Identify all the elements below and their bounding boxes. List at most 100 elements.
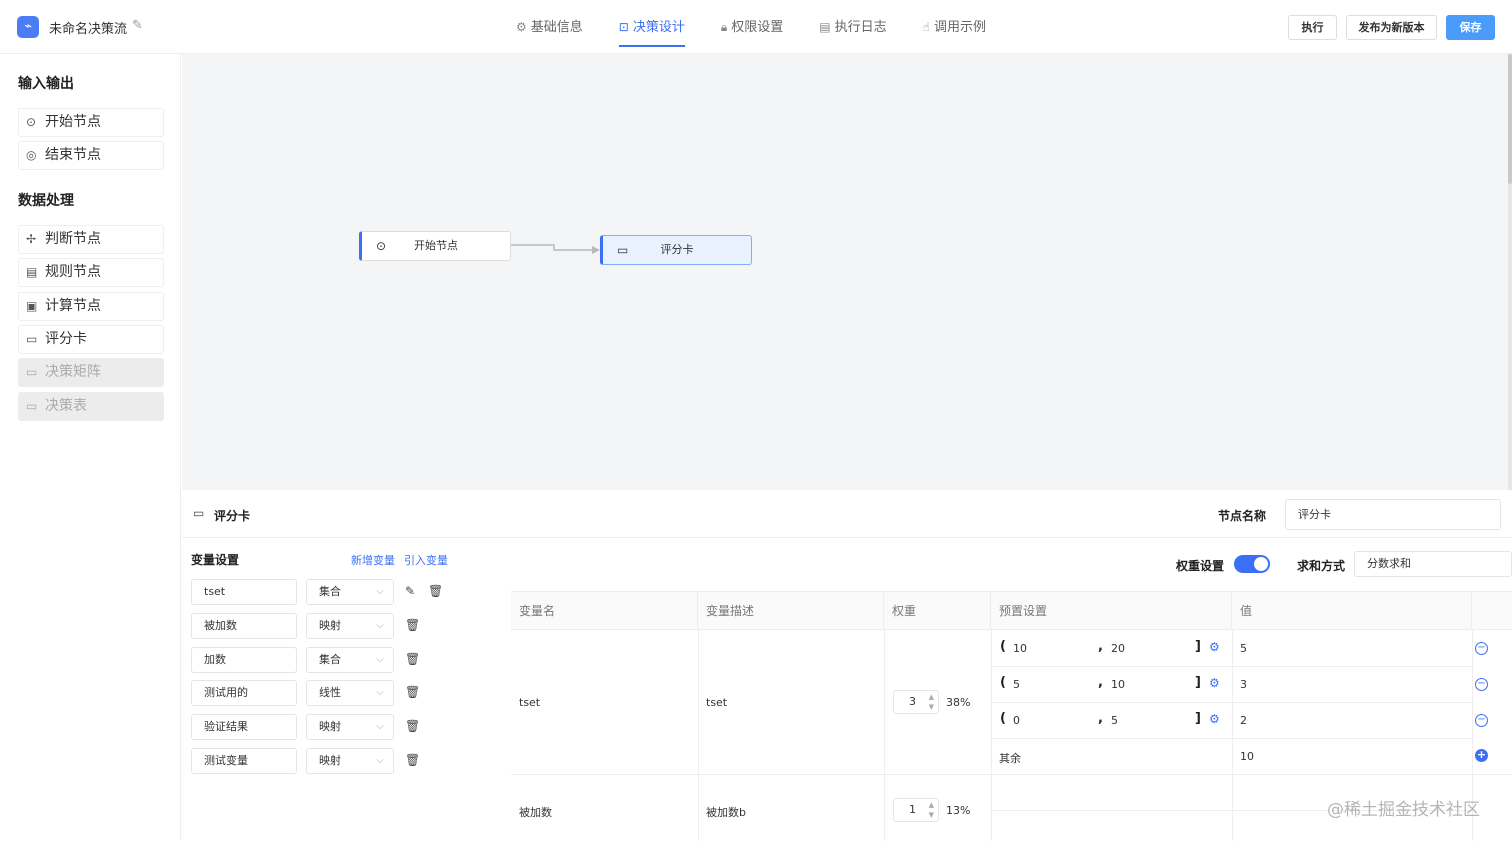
variable-type-select[interactable]: 线性 ⌵ xyxy=(306,680,394,706)
chevron-down-icon: ⌵ xyxy=(376,620,384,631)
variable-name-input[interactable]: 被加数 xyxy=(191,613,297,639)
else-value[interactable]: 10 xyxy=(1232,750,1254,763)
range-settings-icon[interactable]: ⚙ xyxy=(1209,640,1220,654)
chevron-down-icon: ⌵ xyxy=(376,755,384,766)
weight-percent: 38% xyxy=(946,696,971,709)
weight-number-input[interactable]: 1 ▲ ▼ xyxy=(893,798,939,822)
cell-value[interactable]: 2 xyxy=(1232,714,1247,727)
cell-value[interactable]: 5 xyxy=(1232,642,1247,655)
range-settings-icon[interactable]: ⚙ xyxy=(1209,676,1220,690)
variable-name-input[interactable]: 验证结果 xyxy=(191,714,297,740)
select-value: 线性 xyxy=(319,686,341,699)
stop-circle-icon: ◎ xyxy=(26,148,37,162)
else-label: 其余 xyxy=(999,752,1021,765)
tab-permissions[interactable]: 🔒︎ 权限设置 xyxy=(721,0,783,54)
edit-icon[interactable]: ✎ xyxy=(405,584,415,598)
table-icon: ▭ xyxy=(26,399,38,413)
tab-label: 权限设置 xyxy=(731,20,784,35)
variable-type-select[interactable]: 映射 ⌵ xyxy=(306,748,394,774)
gear-icon: ⚙ xyxy=(516,20,527,34)
palette-label: 决策表 xyxy=(45,398,87,414)
spinner-icon[interactable]: ▲ ▼ xyxy=(929,692,934,712)
run-button[interactable]: 执行 xyxy=(1288,15,1337,40)
delete-icon[interactable]: 🗑︎ xyxy=(405,719,420,733)
grid-line xyxy=(511,774,1512,775)
weight-number-input[interactable]: 3 ▲ ▼ xyxy=(893,690,939,714)
palette-label: 开始节点 xyxy=(45,114,101,130)
delete-icon[interactable]: 🗑︎ xyxy=(405,685,420,699)
range-to-input[interactable]: 10 xyxy=(1111,678,1125,691)
publish-button[interactable]: 发布为新版本 xyxy=(1346,15,1437,40)
col-header-preset: 预置设置 xyxy=(991,592,1232,630)
palette-rule-node[interactable]: ▤ 规则节点 xyxy=(18,258,164,287)
tab-basic-info[interactable]: ⚙ 基础信息 xyxy=(516,0,583,54)
tab-label: 调用示例 xyxy=(933,20,986,35)
palette-calc-node[interactable]: ▣ 计算节点 xyxy=(18,292,164,321)
weight-setting-label: 权重设置 xyxy=(1176,559,1225,573)
save-button[interactable]: 保存 xyxy=(1446,15,1495,40)
matrix-icon: ▭ xyxy=(26,365,38,379)
sum-method-select[interactable]: 分数求和 xyxy=(1354,551,1512,577)
scrollbar-thumb[interactable] xyxy=(1508,54,1512,184)
canvas-scrollbar[interactable] xyxy=(1508,54,1512,490)
spinner-icon[interactable]: ▲ ▼ xyxy=(929,800,934,820)
weight-toggle[interactable] xyxy=(1234,555,1270,573)
card-icon: ▭ xyxy=(193,506,205,520)
import-variable-link[interactable]: 引入变量 xyxy=(404,552,448,568)
panel-title: 评分卡 xyxy=(214,509,251,523)
palette-start-node[interactable]: ⊙ 开始节点 xyxy=(18,108,164,137)
palette-end-node[interactable]: ◎ 结束节点 xyxy=(18,141,164,170)
add-variable-link[interactable]: 新增变量 xyxy=(351,552,395,568)
tab-call-example[interactable]: ☝ 调用示例 xyxy=(923,0,986,54)
palette-label: 决策矩阵 xyxy=(45,364,101,380)
range-open-bracket: ( xyxy=(1000,711,1006,726)
lock-icon: 🔒︎ xyxy=(720,20,728,34)
variable-name-input[interactable]: tset xyxy=(191,579,297,605)
range-from-input[interactable]: 0 xyxy=(1013,714,1020,727)
flow-node-label: 评分卡 xyxy=(660,243,694,256)
range-from-input[interactable]: 5 xyxy=(1013,678,1020,691)
select-value: 集合 xyxy=(319,653,341,666)
variable-type-select[interactable]: 集合 ⌵ xyxy=(306,579,394,605)
cell-var-name: tset xyxy=(519,696,541,709)
panel-divider xyxy=(182,537,1512,538)
chevron-down-icon: ⌵ xyxy=(376,586,384,597)
delete-icon[interactable]: 🗑︎ xyxy=(405,652,420,666)
cell-var-desc: tset xyxy=(706,696,728,709)
tab-execution-log[interactable]: ▤ 执行日志 xyxy=(819,0,886,54)
delete-icon[interactable]: 🗑︎ xyxy=(405,618,420,632)
range-settings-icon[interactable]: ⚙ xyxy=(1209,712,1220,726)
range-from-input[interactable]: 10 xyxy=(1013,642,1027,655)
variable-type-select[interactable]: 映射 ⌵ xyxy=(306,714,394,740)
node-config-panel: ▭ 评分卡 节点名称 评分卡 变量设置 新增变量 引入变量 权重设置 求和方式 … xyxy=(182,490,1512,841)
select-value: 映射 xyxy=(319,619,341,632)
edit-title-icon[interactable]: ✎ xyxy=(132,18,143,33)
delete-icon[interactable]: 🗑︎ xyxy=(405,753,420,767)
card-icon: ▭ xyxy=(26,332,38,346)
flow-canvas[interactable]: ⊙ 开始节点 ▭ 评分卡 xyxy=(182,54,1508,490)
variable-name-input[interactable]: 加数 xyxy=(191,647,297,673)
node-name-input[interactable]: 评分卡 xyxy=(1285,499,1501,530)
node-palette: 输入输出 ⊙ 开始节点 ◎ 结束节点 数据处理 ✢ 判断节点 ▤ 规则节点 ▣ 计算节点 … xyxy=(0,54,181,840)
range-to-input[interactable]: 20 xyxy=(1111,642,1125,655)
col-header-var-name: 变量名 xyxy=(511,592,698,630)
delete-icon[interactable]: 🗑︎ xyxy=(428,584,443,598)
palette-scorecard[interactable]: ▭ 评分卡 xyxy=(18,325,164,354)
add-range-button[interactable]: + xyxy=(1475,749,1488,762)
remove-range-button[interactable]: − xyxy=(1475,678,1488,691)
variable-type-select[interactable]: 集合 ⌵ xyxy=(306,647,394,673)
flow-node-scorecard[interactable]: ▭ 评分卡 xyxy=(600,235,752,265)
variable-type-select[interactable]: 映射 ⌵ xyxy=(306,613,394,639)
number-value: 3 xyxy=(909,695,916,708)
remove-range-button[interactable]: − xyxy=(1475,642,1488,655)
range-to-input[interactable]: 5 xyxy=(1111,714,1118,727)
variable-name-input[interactable]: 测试用的 xyxy=(191,680,297,706)
cell-value[interactable]: 3 xyxy=(1232,678,1247,691)
tab-label: 执行日志 xyxy=(834,20,887,35)
play-circle-icon: ⊙ xyxy=(26,115,37,129)
variable-name-input[interactable]: 测试变量 xyxy=(191,748,297,774)
palette-judge-node[interactable]: ✢ 判断节点 xyxy=(18,225,164,254)
remove-range-button[interactable]: − xyxy=(1475,714,1488,727)
flow-node-start[interactable]: ⊙ 开始节点 xyxy=(359,231,511,261)
tab-decision-design[interactable]: ⊡ 决策设计 xyxy=(618,0,685,54)
